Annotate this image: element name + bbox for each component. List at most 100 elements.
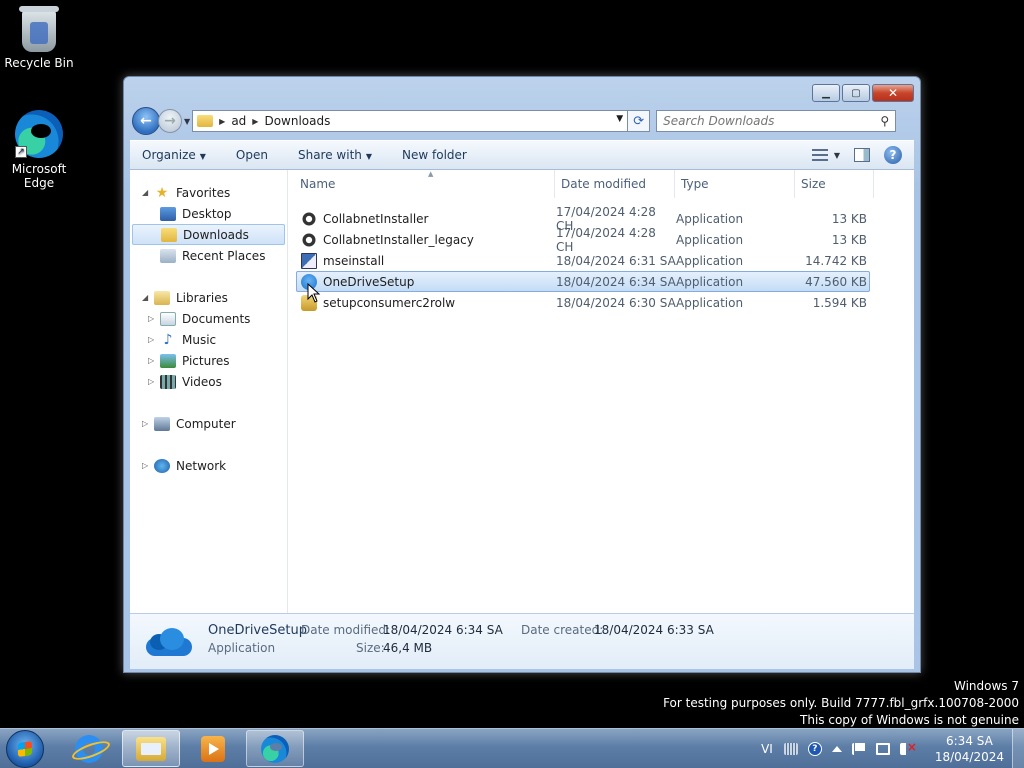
chevron-down-icon: ▼ [365,152,373,161]
desktop-icon-label: Microsoft Edge [11,162,67,190]
nav-favorites[interactable]: ◢ ★ Favorites [130,182,287,203]
file-size: 1.594 KB [812,295,867,310]
expand-arrow-icon[interactable]: ▷ [148,356,160,365]
recycle-bin-icon [19,6,59,52]
volume-muted-icon[interactable] [899,740,917,755]
watermark-line: This copy of Windows is not genuine [800,713,1019,727]
show-hidden-icons-icon[interactable] [831,746,842,752]
nav-item-documents[interactable]: ▷ Documents [130,308,287,329]
file-size: 14.742 KB [805,253,867,268]
desktop-icon-recycle-bin[interactable]: Recycle Bin [1,6,77,70]
taskbar-edge[interactable] [246,730,304,767]
file-row[interactable]: setupconsumerc2rolw 18/04/2024 6:30 SA A… [296,292,870,313]
explorer-window: ▁ ▢ ✕ ← → ▼ ▶ ad ▶ Downloads ▼ ⟳ ⚲ Organ… [123,76,921,673]
show-desktop-button[interactable] [1012,729,1024,768]
action-center-flag-icon[interactable] [851,743,866,755]
file-row[interactable]: mseinstall 18/04/2024 6:31 SA Applicatio… [296,250,870,271]
taskbar-windows-explorer[interactable] [122,730,180,767]
view-dropdown-icon[interactable]: ▼ [834,151,840,160]
column-header-date-modified[interactable]: Date modified [555,170,675,198]
nav-item-desktop[interactable]: Desktop [130,203,287,224]
back-button[interactable]: ← [132,107,160,135]
desktop-icon-edge[interactable]: ↗ Microsoft Edge [1,110,77,190]
help-icon[interactable]: ? [884,146,902,164]
file-row[interactable]: CollabnetInstaller_legacy 17/04/2024 4:2… [296,226,870,254]
expand-arrow-icon[interactable]: ◢ [142,188,154,197]
network-icon [154,458,170,473]
preview-pane-icon[interactable] [854,148,870,162]
file-date: 18/04/2024 6:30 SA [556,295,676,310]
maximize-button[interactable]: ▢ [842,84,870,102]
help-icon[interactable]: ? [807,742,822,756]
language-indicator[interactable]: VI [761,742,773,756]
chevron-down-icon: ▼ [199,152,206,161]
details-pane: OneDriveSetup Application Date modified:… [130,613,914,669]
documents-icon [160,311,176,326]
change-view-icon[interactable] [811,149,828,161]
nav-network[interactable]: ▷ Network [130,455,287,476]
details-date-created-label: Date created: [521,623,604,637]
command-bar: Organize ▼ Open Share with ▼ New folder ▼ … [130,140,914,170]
close-button[interactable]: ✕ [872,84,914,102]
new-folder-button[interactable]: New folder [402,148,467,162]
nav-item-pictures[interactable]: ▷ Pictures [130,350,287,371]
nav-item-downloads[interactable]: Downloads [132,224,285,245]
file-type: Application [676,232,744,247]
breadcrumb-ad[interactable]: ad [231,114,246,128]
column-header-size[interactable]: Size [795,170,874,198]
system-tray: VI ? 6:34 SA 18/04/2024 [755,729,1024,768]
details-date-modified-label: Date modified: [301,623,391,637]
chevron-right-icon[interactable]: ▶ [219,117,225,126]
start-button[interactable] [6,730,44,768]
column-header-type[interactable]: Type [675,170,795,198]
keyboard-icon[interactable] [783,743,798,755]
taskbar-internet-explorer[interactable] [60,730,118,767]
network-status-icon[interactable] [875,743,890,755]
installer-icon [301,252,317,269]
expand-arrow-icon[interactable]: ▷ [148,335,160,344]
nav-item-recent-places[interactable]: Recent Places [130,245,287,266]
details-date-created: 18/04/2024 6:33 SA [594,623,714,637]
address-dropdown-icon[interactable]: ▼ [616,114,623,124]
details-date-modified: 18/04/2024 6:34 SA [383,623,503,637]
clock[interactable]: 6:34 SA 18/04/2024 [935,733,1004,765]
expand-arrow-icon[interactable]: ◢ [142,293,154,302]
details-file-name: OneDriveSetup [208,623,307,638]
expand-arrow-icon[interactable]: ▷ [142,419,154,428]
file-list: ▲ Name Date modified Type Size Collabnet… [288,170,914,613]
gear-icon [301,210,317,227]
breadcrumb-downloads[interactable]: Downloads [264,114,330,128]
expand-arrow-icon[interactable]: ▷ [148,377,160,386]
address-bar[interactable]: ▶ ad ▶ Downloads ▼ [192,110,629,132]
organize-button[interactable]: Organize ▼ [142,148,206,162]
expand-arrow-icon[interactable]: ▷ [148,314,160,323]
desktop-icon [160,206,176,221]
forward-button[interactable]: → [158,109,182,133]
search-icon[interactable]: ⚲ [880,114,889,128]
recent-pages-dropdown[interactable]: ▼ [184,117,190,126]
search-input[interactable] [663,114,864,128]
nav-item-videos[interactable]: ▷ Videos [130,371,287,392]
file-row-selected[interactable]: OneDriveSetup 18/04/2024 6:34 SA Applica… [296,271,870,292]
share-with-button[interactable]: Share with ▼ [298,148,372,162]
watermark-line: Windows 7 [953,679,1019,693]
details-file-type: Application [208,641,276,655]
folder-icon [136,736,166,761]
chevron-right-icon[interactable]: ▶ [252,117,258,126]
expand-arrow-icon[interactable]: ▷ [142,461,154,470]
file-date: 17/04/2024 4:28 CH [556,225,656,254]
nav-item-music[interactable]: ▷ ♪ Music [130,329,287,350]
file-name: CollabnetInstaller [323,211,429,226]
search-box[interactable]: ⚲ [656,110,897,132]
minimize-button[interactable]: ▁ [812,84,840,102]
file-name: CollabnetInstaller_legacy [323,232,474,247]
file-size: 47.560 KB [805,274,867,289]
windows-watermark: Windows 7 For testing purposes only. Bui… [663,678,1019,729]
taskbar-media-player[interactable] [184,730,242,767]
onedrive-large-icon [146,626,194,656]
nav-libraries[interactable]: ◢ Libraries [130,287,287,308]
refresh-button[interactable]: ⟳ [628,110,651,132]
nav-computer[interactable]: ▷ Computer [130,413,287,434]
column-header-name[interactable]: Name [288,170,555,198]
open-button[interactable]: Open [236,148,268,162]
